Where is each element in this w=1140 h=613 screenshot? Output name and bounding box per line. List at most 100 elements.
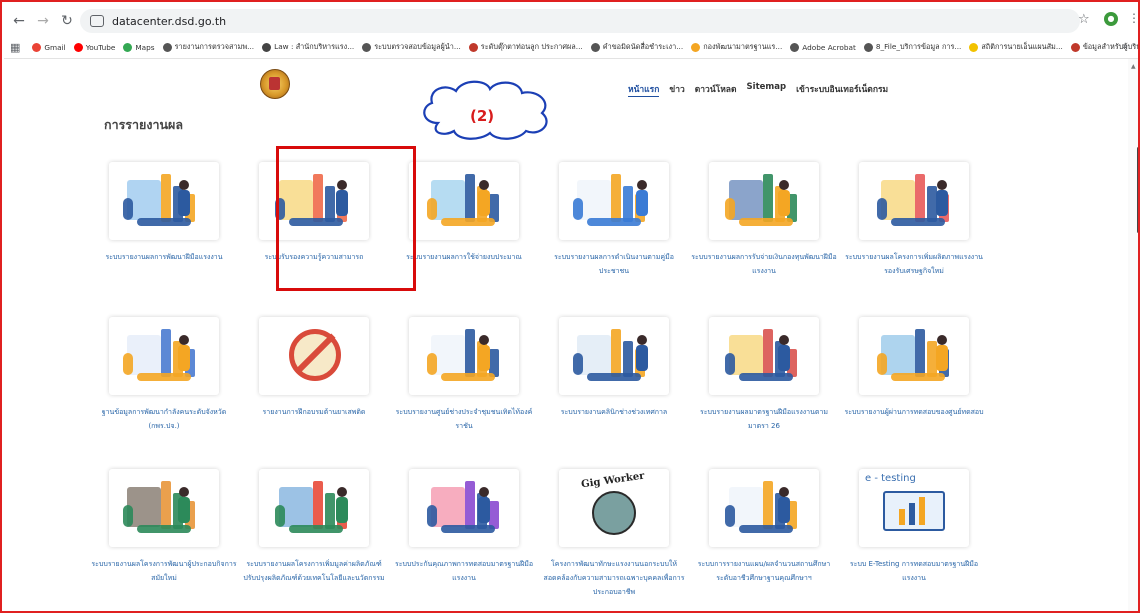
- report-card[interactable]: ฐานข้อมูลการพัฒนากำลังคนระดับจังหวัด (กพ…: [89, 317, 239, 433]
- bookmark-item[interactable]: ระดับตุ๊กตาท่อนลูก ประกาศผล...: [468, 42, 583, 53]
- report-card-title[interactable]: ระบบรายงานผลการรับจ่ายเงินกองทุนพัฒนาฝีม…: [689, 250, 839, 278]
- nav-sitemap[interactable]: Sitemap: [747, 82, 787, 97]
- card-image-text: e - testing: [865, 473, 916, 484]
- productivity-illustration-icon[interactable]: [859, 162, 969, 240]
- report-card[interactable]: ระบบรายงานผลโครงการพัฒนาผู้ประกอบกิจการส…: [89, 469, 239, 585]
- report-card[interactable]: ระบบรายงานผลโครงการเพิ่มมูลค่าผลิตภัณฑ์ป…: [239, 469, 389, 585]
- report-card[interactable]: e - testing ระบบ E-Testing การทดสอบมาตรฐา…: [839, 469, 989, 585]
- report-card-title[interactable]: ระบบรายงานผลโครงการเพิ่มมูลค่าผลิตภัณฑ์ป…: [239, 557, 389, 585]
- report-card[interactable]: ระบบรายงานผลการพัฒนาฝีมือแรงงาน: [89, 162, 239, 264]
- data-board-illustration-icon[interactable]: [559, 317, 669, 395]
- dsd-logo-icon[interactable]: [260, 69, 290, 99]
- report-card-title[interactable]: โครงการพัฒนาทักษะแรงงานนอกระบบให้สอดคล้อ…: [539, 557, 689, 599]
- gig-worker-logo-icon[interactable]: Gig Worker: [559, 469, 669, 547]
- card-image-text: Gig Worker: [580, 470, 646, 491]
- report-card[interactable]: ระบบประกันคุณภาพการทดสอบมาตรฐานฝีมือแรงง…: [389, 469, 539, 585]
- bookmark-favicon-icon: [123, 43, 133, 52]
- nav-download[interactable]: ดาวน์โหลด: [695, 82, 737, 97]
- report-card-title[interactable]: ระบบรายงานผลการพัฒนาฝีมือแรงงาน: [89, 250, 239, 264]
- page-scrollbar[interactable]: ▲: [1128, 59, 1138, 611]
- bookmark-favicon-icon: [863, 43, 873, 52]
- report-card-title[interactable]: ระบบรายงานศูนย์ช่างประจำชุมชนเทิดไท้องค์…: [389, 405, 539, 433]
- team-meeting-illustration-icon[interactable]: [109, 317, 219, 395]
- bookmark-item[interactable]: ข้อมูลสำหรับผู้บริหาร...: [1070, 42, 1138, 53]
- money-chart-illustration-icon[interactable]: [709, 162, 819, 240]
- browser-menu-icon[interactable]: ⋮: [1128, 11, 1138, 25]
- bookmark-favicon-icon: [1070, 43, 1080, 52]
- budget-boxes-illustration-icon[interactable]: [409, 162, 519, 240]
- bookmark-item[interactable]: ระบบตรวจสอบข้อมูลผู้นำ...: [362, 42, 461, 53]
- back-arrow-icon[interactable]: ←: [10, 12, 28, 30]
- apps-grid-icon[interactable]: ▦: [10, 41, 20, 54]
- nav-home[interactable]: หน้าแรก: [628, 82, 660, 97]
- report-card-title[interactable]: ระบบประกันคุณภาพการทดสอบมาตรฐานฝีมือแรงง…: [389, 557, 539, 585]
- bookmark-item[interactable]: คำขอมิดนัดสื่อชำระเงา...: [590, 42, 684, 53]
- report-card[interactable]: Gig Worker โครงการพัฒนาทักษะแรงงานนอกระบบ…: [539, 469, 689, 599]
- bookmark-star-icon[interactable]: ☆: [1078, 12, 1090, 27]
- standards-illustration-icon[interactable]: [709, 317, 819, 395]
- reload-icon[interactable]: ↻: [58, 12, 76, 30]
- url-text[interactable]: datacenter.dsd.go.th: [112, 15, 226, 28]
- certificate-test-illustration-icon[interactable]: [859, 317, 969, 395]
- bookmark-label: Gmail: [44, 43, 66, 52]
- screenshot-frame: ← → ↻ datacenter.dsd.go.th ☆ ● ⋮ ▦ Gmail…: [0, 0, 1140, 613]
- e-testing-illustration-icon[interactable]: e - testing: [859, 469, 969, 547]
- more-bookmarks-button[interactable]: »: [1122, 41, 1128, 52]
- no-drugs-illustration-icon[interactable]: [259, 317, 369, 395]
- bookmark-item[interactable]: สถิติการนายเอ็นแผนสัม...: [969, 42, 1063, 53]
- section-title: การรายงานผล: [104, 117, 184, 132]
- bookmark-favicon-icon: [362, 43, 372, 52]
- bookmark-list: Gmail YouTube Maps รายงานการตรวจสามพ... Law …: [32, 42, 1138, 53]
- bookmark-item[interactable]: 8_File_บริการข้อมูล การ...: [863, 42, 961, 53]
- report-card[interactable]: ระบบรายงานผลการดำเนินงานตามคู่มือประชาชน: [539, 162, 689, 278]
- nav-intranet-login[interactable]: เข้าระบบอินเทอร์เน็ตกรม: [796, 82, 888, 97]
- report-card[interactable]: ระบบรายงานผลมาตรฐานฝีมือแรงงานตามมาตรา 2…: [689, 317, 839, 433]
- address-bar[interactable]: datacenter.dsd.go.th: [80, 9, 1080, 33]
- bookmark-label: สถิติการนายเอ็นแผนสัม...: [981, 42, 1063, 51]
- analytics-illustration-icon[interactable]: [109, 162, 219, 240]
- report-card-title[interactable]: ระบบการรายงานแผน/ผลจำนวนสถานศึกษาระดับอา…: [689, 557, 839, 585]
- report-card-title[interactable]: ระบบรายงานคลินิกช่างช่วงเทศกาล: [539, 405, 689, 419]
- bookmark-label: ระดับตุ๊กตาท่อนลูก ประกาศผล...: [480, 42, 583, 51]
- report-card-title[interactable]: ระบบรายงานผลการดำเนินงานตามคู่มือประชาชน: [539, 250, 689, 278]
- bookmark-item[interactable]: YouTube: [73, 42, 116, 53]
- bookmark-favicon-icon: [468, 43, 478, 52]
- bookmark-item[interactable]: Maps: [123, 42, 155, 53]
- profile-avatar-icon[interactable]: ●: [1104, 12, 1118, 26]
- callout-label: (2): [470, 107, 495, 125]
- laptop-books-illustration-icon[interactable]: [409, 469, 519, 547]
- report-card[interactable]: ระบบรายงานคลินิกช่างช่วงเทศกาล: [539, 317, 689, 419]
- report-card-title[interactable]: ระบบรายงานผลโครงการเพิ่มผลิตภาพแรงงานรอง…: [839, 250, 989, 278]
- report-card-title[interactable]: ระบบรายงานผลโครงการพัฒนาผู้ประกอบกิจการส…: [89, 557, 239, 585]
- report-card[interactable]: ระบบรายงานผลการรับจ่ายเงินกองทุนพัฒนาฝีม…: [689, 162, 839, 278]
- bookmark-favicon-icon: [162, 43, 172, 52]
- web-page: หน้าแรก ข่าว ดาวน์โหลด Sitemap เข้าระบบอ…: [4, 59, 1128, 611]
- bookmark-item[interactable]: Law : สำนักบริหารแรง...: [262, 42, 354, 53]
- bookmark-item[interactable]: กองพัฒนามาตรฐานแร...: [691, 42, 782, 53]
- bookmark-label: Maps: [135, 43, 155, 52]
- bookmark-item[interactable]: Adobe Acrobat: [790, 42, 856, 53]
- report-card-title[interactable]: ฐานข้อมูลการพัฒนากำลังคนระดับจังหวัด (กพ…: [89, 405, 239, 433]
- bookmark-label: คำขอมิดนัดสื่อชำระเงา...: [602, 42, 684, 51]
- report-card[interactable]: ระบบการรายงานแผน/ผลจำนวนสถานศึกษาระดับอา…: [689, 469, 839, 585]
- report-card[interactable]: ระบบรายงานผลโครงการเพิ่มผลิตภาพแรงงานรอง…: [839, 162, 989, 278]
- bookmark-item[interactable]: รายงานการตรวจสามพ...: [162, 42, 254, 53]
- repair-tools-illustration-icon[interactable]: [409, 317, 519, 395]
- bookmark-label: YouTube: [85, 43, 116, 52]
- report-card[interactable]: รายงานการฝึกอบรมต้านยาเสพติด: [239, 317, 389, 419]
- report-card[interactable]: ระบบรายงานศูนย์ช่างประจำชุมชนเทิดไท้องค์…: [389, 317, 539, 433]
- report-card-title[interactable]: รายงานการฝึกอบรมต้านยาเสพติด: [239, 405, 389, 419]
- scroll-up-icon[interactable]: ▲: [1131, 63, 1136, 70]
- nav-news[interactable]: ข่าว: [669, 82, 684, 97]
- report-card-title[interactable]: ระบบรายงานผลมาตรฐานฝีมือแรงงานตามมาตรา 2…: [689, 405, 839, 433]
- shop-illustration-icon[interactable]: [109, 469, 219, 547]
- report-card-title[interactable]: ระบบรายงานผู้ผ่านการทดสอบของศูนย์ทดสอบ: [839, 405, 989, 419]
- bookmark-item[interactable]: Gmail: [32, 42, 66, 53]
- forward-arrow-icon[interactable]: →: [34, 12, 52, 30]
- report-card-title[interactable]: ระบบ E-Testing การทดสอบมาตรฐานฝีมือแรงงา…: [839, 557, 989, 585]
- site-info-icon[interactable]: [90, 15, 104, 27]
- report-card[interactable]: ระบบรายงานผู้ผ่านการทดสอบของศูนย์ทดสอบ: [839, 317, 989, 419]
- growth-plant-illustration-icon[interactable]: [259, 469, 369, 547]
- students-illustration-icon[interactable]: [709, 469, 819, 547]
- presentation-illustration-icon[interactable]: [559, 162, 669, 240]
